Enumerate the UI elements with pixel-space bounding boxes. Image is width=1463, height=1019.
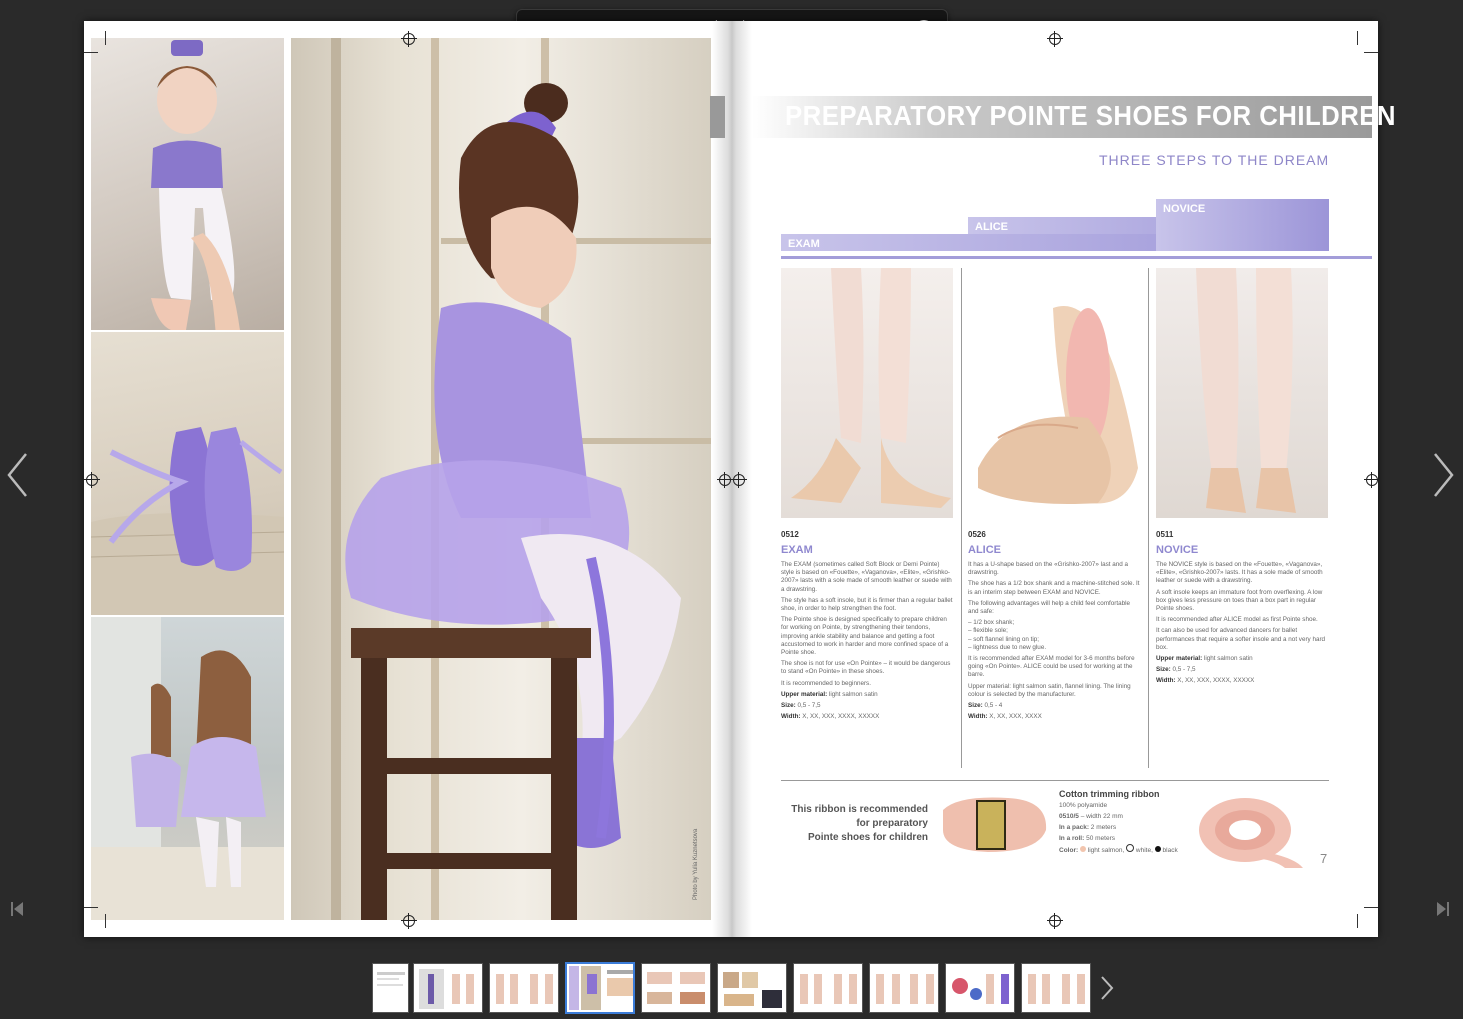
crop-mark: [105, 31, 106, 45]
product-description-exam: The EXAM (sometimes called Soft Block or…: [781, 561, 953, 721]
step-novice: NOVICE: [1156, 199, 1329, 251]
color-swatch-white: [1126, 844, 1135, 852]
next-spread-icon[interactable]: [1433, 452, 1455, 508]
crop-mark: [1364, 52, 1378, 53]
crop-mark: [84, 907, 98, 908]
crop-mark: [1364, 907, 1378, 908]
section-divider: [781, 780, 1329, 781]
product-code: 0512: [781, 530, 799, 539]
column-divider: [961, 268, 962, 768]
thumbnail-page[interactable]: [717, 963, 787, 1013]
steps-underline: [781, 256, 1372, 259]
registration-mark-icon: [401, 31, 417, 47]
page-title: PREPARATORY POINTE SHOES FOR CHILDREN: [785, 100, 1397, 131]
crop-mark: [105, 914, 106, 928]
thumbnail-page[interactable]: [793, 963, 863, 1013]
product-name: NOVICE: [1156, 544, 1199, 556]
ribbon-roll-image: [1195, 792, 1305, 870]
registration-mark-icon: [84, 472, 100, 488]
last-page-icon[interactable]: [1436, 901, 1450, 920]
column-divider: [1148, 268, 1149, 768]
thumbnail-page[interactable]: [1021, 963, 1091, 1013]
ribbon-pack-image: [938, 790, 1050, 860]
registration-mark-icon: [1364, 472, 1380, 488]
product-description-novice: The NOVICE style is based on the «Fouett…: [1156, 561, 1326, 685]
photo-girl-at-mirror: [91, 617, 284, 920]
color-swatch-black: [1154, 846, 1161, 852]
photo-girl-tying-shoe: [91, 38, 284, 330]
crop-mark: [1357, 31, 1358, 45]
prev-spread-icon[interactable]: [6, 452, 28, 508]
ribbon-recommendation: This ribbon is recommended for preparato…: [791, 804, 928, 843]
registration-mark-icon: [731, 472, 747, 488]
photo-girl-on-stool: [291, 38, 711, 920]
crop-mark: [1357, 914, 1358, 928]
registration-mark-icon: [717, 472, 733, 488]
page-subtitle: THREE STEPS TO THE DREAM: [1099, 152, 1330, 168]
color-swatch-salmon: [1079, 846, 1086, 852]
crop-mark: [84, 52, 98, 53]
product-image-alice: [968, 268, 1140, 518]
product-name: EXAM: [781, 544, 813, 556]
thumbnail-page[interactable]: [489, 963, 559, 1013]
registration-mark-icon: [1047, 913, 1063, 929]
product-code: 0526: [968, 530, 986, 539]
first-page-icon[interactable]: [10, 901, 24, 920]
thumbnail-page[interactable]: [945, 963, 1015, 1013]
photo-lilac-pointe-shoes: [91, 332, 284, 615]
registration-mark-icon: [401, 913, 417, 929]
product-code: 0511: [1156, 530, 1174, 539]
thumbnails-next-icon[interactable]: [1100, 975, 1114, 1006]
thumbnail-page[interactable]: [869, 963, 939, 1013]
product-image-novice: [1156, 268, 1328, 518]
photo-credit: Photo by Yulia Kuznetsova: [693, 828, 699, 900]
page-number: 7: [1320, 851, 1328, 866]
thumbnail-page[interactable]: [641, 963, 711, 1013]
title-band-overflow: [710, 96, 725, 138]
ribbon-details: Cotton trimming ribbon 100% polyamide 05…: [1059, 789, 1178, 854]
product-name: ALICE: [968, 544, 1001, 556]
thumbnail-page[interactable]: [413, 963, 483, 1013]
product-image-exam: [781, 268, 953, 518]
thumbnail-page-current[interactable]: [565, 962, 635, 1014]
registration-mark-icon: [1047, 31, 1063, 47]
thumbnail-page[interactable]: [372, 963, 409, 1013]
product-description-alice: It has a U-shape based on the «Grishko-2…: [968, 561, 1140, 721]
